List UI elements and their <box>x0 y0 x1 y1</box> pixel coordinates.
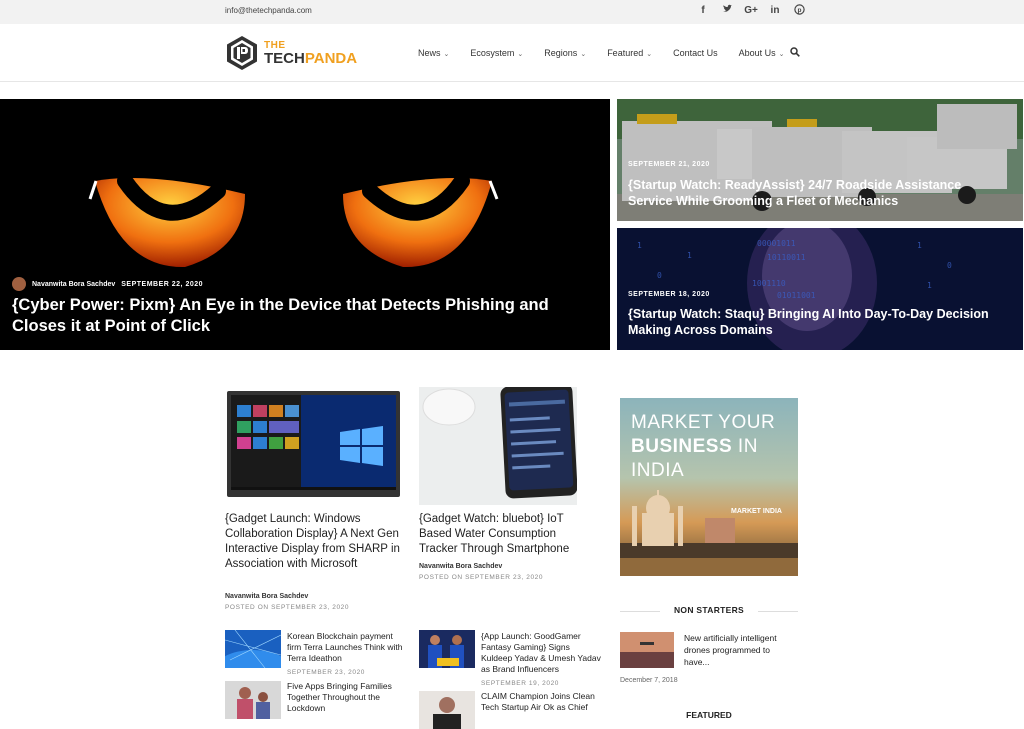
facebook-icon[interactable]: f <box>696 4 710 18</box>
non-starter-image[interactable] <box>620 632 674 668</box>
main-nav: News ⌄ Ecosystem ⌄ Regions ⌄ Featured ⌄ Cont… <box>418 47 806 58</box>
heading-divider <box>758 611 798 612</box>
list-item-image[interactable] <box>419 630 475 668</box>
hero-side-article-2[interactable]: 00001011 10110011 1001110 01011001 101 1… <box>617 228 1023 350</box>
author-name-link[interactable]: Navanwita Bora Sachdev <box>419 563 502 570</box>
list-item-image[interactable] <box>419 691 475 729</box>
chevron-down-icon: ⌄ <box>580 51 587 58</box>
cricketers-image <box>428 635 464 668</box>
featured-heading: FEATURED <box>686 710 732 720</box>
hero-main-title-link[interactable]: {Cyber Power: Pixm} An Eye in the Device… <box>12 295 572 337</box>
logo-name-text: TECHPANDA <box>264 50 358 67</box>
post-date: POSTED ON SEPTEMBER 23, 2020 <box>419 574 544 581</box>
hero-side-title-link[interactable]: {Startup Watch: ReadyAssist} 24/7 Roadsi… <box>628 177 1008 209</box>
non-starter-title-link[interactable]: New artificially intelligent drones prog… <box>684 632 794 668</box>
site-logo[interactable]: THE TECHPANDA <box>226 35 358 71</box>
card-image-windows-display[interactable] <box>225 387 402 500</box>
list-item-image[interactable] <box>225 681 281 719</box>
svg-text:p: p <box>797 7 801 14</box>
list-item-title-link[interactable]: Korean Blockchain payment firm Terra Lau… <box>287 631 407 664</box>
nav-item-regions[interactable]: Regions ⌄ <box>544 48 586 58</box>
post-date: SEPTEMBER 22, 2020 <box>121 280 204 288</box>
smartphone-image <box>422 387 577 499</box>
post-date: SEPTEMBER 21, 2020 <box>628 161 710 168</box>
ad-line-1: MARKET YOUR <box>631 412 776 433</box>
nav-item-about-us[interactable]: About Us ⌄ <box>739 48 785 58</box>
non-starters-heading: NON STARTERS <box>620 605 798 617</box>
social-links: f G+ in p <box>696 4 806 18</box>
ad-tag: MARKET INDIA <box>731 508 782 515</box>
hero-side-title-link[interactable]: {Startup Watch: Staqu} Bringing AI Into … <box>628 306 1008 338</box>
list-item-title-link[interactable]: CLAIM Champion Joins Clean Tech Startup … <box>481 691 601 713</box>
ad-line-2: BUSINESS IN <box>631 436 758 457</box>
top-bar: info@thetechpanda.com f G+ in p <box>0 0 1024 24</box>
hero-main-article[interactable]: Navanwita Bora Sachdev SEPTEMBER 22, 202… <box>0 99 610 350</box>
chevron-down-icon: ⌄ <box>443 51 450 58</box>
family-image <box>237 687 270 719</box>
chevron-down-icon: ⌄ <box>517 51 524 58</box>
list-item-image[interactable] <box>225 630 281 668</box>
portrait-image <box>433 697 461 729</box>
chevron-down-icon: ⌄ <box>778 51 785 58</box>
site-header: THE TECHPANDA News ⌄ Ecosystem ⌄ Regions ⌄ … <box>0 24 1024 82</box>
market-india-ad[interactable]: MARKET YOUR BUSINESS IN INDIA MARKET IND… <box>620 398 798 576</box>
nav-item-news[interactable]: News ⌄ <box>418 48 449 58</box>
post-date: POSTED ON SEPTEMBER 23, 2020 <box>225 604 350 611</box>
nav-item-featured[interactable]: Featured ⌄ <box>607 48 652 58</box>
windows-display-image <box>227 391 400 497</box>
ad-line-3: INDIA <box>631 460 685 481</box>
contact-email-link[interactable]: info@thetechpanda.com <box>225 6 312 15</box>
post-date: SEPTEMBER 23, 2020 <box>287 669 365 676</box>
globe-network-image <box>225 630 281 668</box>
hero-main-meta: Navanwita Bora Sachdev SEPTEMBER 22, 202… <box>12 277 203 291</box>
linkedin-icon[interactable]: in <box>768 4 782 18</box>
search-icon[interactable] <box>790 47 800 57</box>
pinterest-icon[interactable]: p <box>792 4 806 18</box>
author-avatar[interactable] <box>12 277 26 291</box>
post-date: SEPTEMBER 19, 2020 <box>481 680 559 687</box>
panda-logo-icon <box>227 36 257 70</box>
nav-item-ecosystem[interactable]: Ecosystem ⌄ <box>470 48 523 58</box>
drone-sunset-image <box>620 632 674 668</box>
card-title-link[interactable]: {Gadget Watch: bluebot} IoT Based Water … <box>419 512 594 557</box>
author-name-link[interactable]: Navanwita Bora Sachdev <box>32 281 115 288</box>
nav-item-contact-us[interactable]: Contact Us <box>673 48 718 58</box>
chevron-down-icon: ⌄ <box>646 51 653 58</box>
list-item-title-link[interactable]: Five Apps Bringing Families Together Thr… <box>287 681 407 714</box>
hero-side-article-1[interactable]: SEPTEMBER 21, 2020 {Startup Watch: Ready… <box>617 99 1023 221</box>
twitter-icon[interactable] <box>720 4 734 18</box>
google-plus-icon[interactable]: G+ <box>744 4 758 18</box>
card-image-bluebot[interactable] <box>419 387 577 505</box>
post-date: December 7, 2018 <box>620 677 678 684</box>
card-title-link[interactable]: {Gadget Launch: Windows Collaboration Di… <box>225 512 400 572</box>
post-date: SEPTEMBER 18, 2020 <box>628 291 710 298</box>
list-item-title-link[interactable]: {App Launch: GoodGamer Fantasy Gaming} S… <box>481 631 601 675</box>
author-name-link[interactable]: Navanwita Bora Sachdev <box>225 593 308 600</box>
